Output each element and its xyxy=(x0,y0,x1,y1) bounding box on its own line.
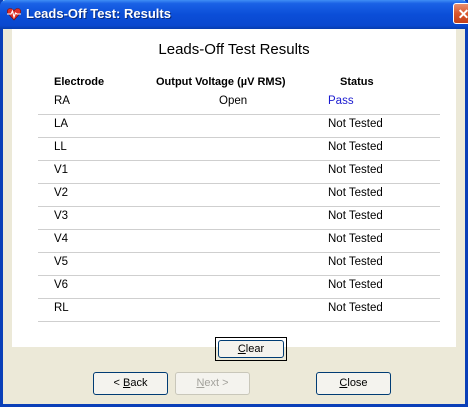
status-cell: Not Tested xyxy=(328,141,383,153)
table-row: V4 Not Tested xyxy=(38,230,440,253)
electrode-cell: LL xyxy=(54,141,67,153)
table-row: RA Open Pass xyxy=(38,92,440,115)
close-button[interactable]: Close xyxy=(316,372,391,395)
column-header-status: Status xyxy=(340,76,374,88)
status-cell: Pass xyxy=(328,95,354,107)
electrode-cell: RL xyxy=(54,302,69,314)
title-bar[interactable]: Leads-Off Test: Results ✕ xyxy=(0,0,468,29)
electrode-cell: V5 xyxy=(54,256,69,268)
status-cell: Not Tested xyxy=(328,256,383,268)
status-cell: Not Tested xyxy=(328,164,383,176)
electrode-cell: RA xyxy=(54,95,70,107)
window-title: Leads-Off Test: Results xyxy=(26,6,171,21)
column-header-electrode: Electrode xyxy=(54,76,105,88)
back-button[interactable]: < Back xyxy=(93,372,168,395)
status-cell: Not Tested xyxy=(328,233,383,245)
dialog-window: Leads-Off Test: Results ✕ Leads-Off Test… xyxy=(0,0,468,407)
next-button[interactable]: Next > xyxy=(175,372,250,395)
status-cell: Not Tested xyxy=(328,187,383,199)
electrode-cell: V2 xyxy=(54,187,69,199)
status-cell: Not Tested xyxy=(328,302,383,314)
table-row: V1 Not Tested xyxy=(38,161,440,184)
table-row: V2 Not Tested xyxy=(38,184,440,207)
table-row: V5 Not Tested xyxy=(38,253,440,276)
column-header-voltage: Output Voltage (µV RMS) xyxy=(156,76,286,88)
table-row: LL Not Tested xyxy=(38,138,440,161)
page-title: Leads-Off Test Results xyxy=(158,41,310,58)
table-row: RL Not Tested xyxy=(38,299,440,322)
status-cell: Not Tested xyxy=(328,279,383,291)
table-row: LA Not Tested xyxy=(38,115,440,138)
clear-button[interactable]: Clear xyxy=(218,340,284,358)
electrode-cell: V6 xyxy=(54,279,69,291)
status-cell: Not Tested xyxy=(328,118,383,130)
table-row: V3 Not Tested xyxy=(38,207,440,230)
heart-pulse-icon xyxy=(7,8,21,21)
close-icon[interactable]: ✕ xyxy=(453,3,468,24)
electrode-cell: V1 xyxy=(54,164,69,176)
results-panel: Leads-Off Test Results Electrode Output … xyxy=(12,29,456,347)
status-cell: Not Tested xyxy=(328,210,383,222)
voltage-cell: Open xyxy=(219,95,248,107)
electrode-cell: V3 xyxy=(54,210,69,222)
electrode-cell: V4 xyxy=(54,233,69,245)
electrode-cell: LA xyxy=(54,118,69,130)
table-row: V6 Not Tested xyxy=(38,276,440,299)
